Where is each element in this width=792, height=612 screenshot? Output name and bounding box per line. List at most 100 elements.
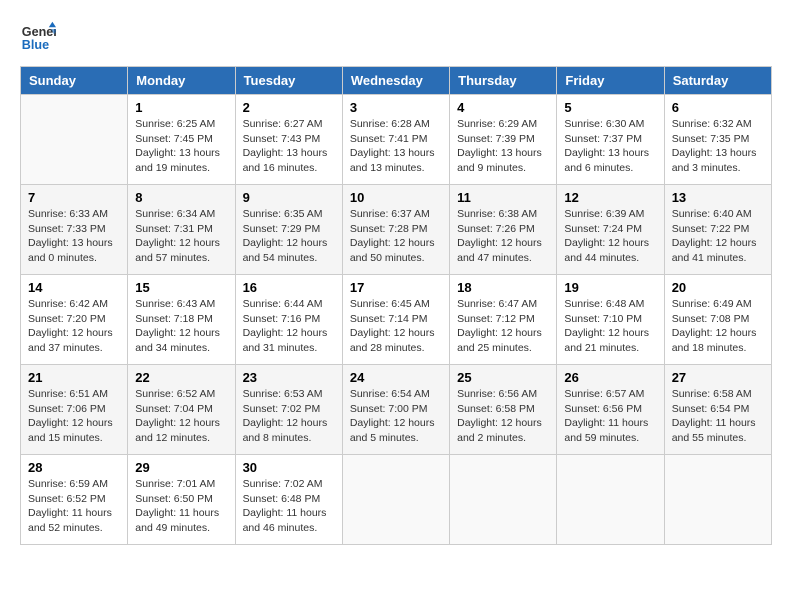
day-number: 26: [564, 370, 656, 385]
calendar-cell: [21, 95, 128, 185]
day-info: Sunrise: 6:33 AMSunset: 7:33 PMDaylight:…: [28, 207, 120, 266]
calendar-cell: 23 Sunrise: 6:53 AMSunset: 7:02 PMDayligh…: [235, 365, 342, 455]
logo: General Blue: [20, 20, 56, 56]
calendar-cell: 19 Sunrise: 6:48 AMSunset: 7:10 PMDayligh…: [557, 275, 664, 365]
day-info: Sunrise: 7:01 AMSunset: 6:50 PMDaylight:…: [135, 477, 227, 536]
svg-text:Blue: Blue: [22, 38, 49, 52]
day-info: Sunrise: 6:27 AMSunset: 7:43 PMDaylight:…: [243, 117, 335, 176]
calendar-cell: 12 Sunrise: 6:39 AMSunset: 7:24 PMDayligh…: [557, 185, 664, 275]
weekday-header: Thursday: [450, 67, 557, 95]
day-number: 8: [135, 190, 227, 205]
day-info: Sunrise: 6:57 AMSunset: 6:56 PMDaylight:…: [564, 387, 656, 446]
day-info: Sunrise: 6:37 AMSunset: 7:28 PMDaylight:…: [350, 207, 442, 266]
calendar-cell: 4 Sunrise: 6:29 AMSunset: 7:39 PMDaylight…: [450, 95, 557, 185]
day-info: Sunrise: 6:38 AMSunset: 7:26 PMDaylight:…: [457, 207, 549, 266]
calendar-week-row: 28 Sunrise: 6:59 AMSunset: 6:52 PMDayligh…: [21, 455, 772, 545]
day-info: Sunrise: 6:29 AMSunset: 7:39 PMDaylight:…: [457, 117, 549, 176]
calendar-cell: 28 Sunrise: 6:59 AMSunset: 6:52 PMDayligh…: [21, 455, 128, 545]
calendar-cell: 30Sunrise: 7:02 AMSunset: 6:48 PMDayligh…: [235, 455, 342, 545]
day-number: 28: [28, 460, 120, 475]
day-number: 18: [457, 280, 549, 295]
calendar-table: SundayMondayTuesdayWednesdayThursdayFrid…: [20, 66, 772, 545]
calendar-cell: 13 Sunrise: 6:40 AMSunset: 7:22 PMDayligh…: [664, 185, 771, 275]
calendar-cell: 16 Sunrise: 6:44 AMSunset: 7:16 PMDayligh…: [235, 275, 342, 365]
calendar-cell: [342, 455, 449, 545]
calendar-cell: 15 Sunrise: 6:43 AMSunset: 7:18 PMDayligh…: [128, 275, 235, 365]
calendar-week-row: 1Sunrise: 6:25 AMSunset: 7:45 PMDaylight…: [21, 95, 772, 185]
calendar-cell: 7 Sunrise: 6:33 AMSunset: 7:33 PMDaylight…: [21, 185, 128, 275]
weekday-header: Saturday: [664, 67, 771, 95]
calendar-cell: 2 Sunrise: 6:27 AMSunset: 7:43 PMDaylight…: [235, 95, 342, 185]
day-number: 20: [672, 280, 764, 295]
day-info: Sunrise: 6:35 AMSunset: 7:29 PMDaylight:…: [243, 207, 335, 266]
day-number: 9: [243, 190, 335, 205]
calendar-cell: 26 Sunrise: 6:57 AMSunset: 6:56 PMDayligh…: [557, 365, 664, 455]
day-info: Sunrise: 6:28 AMSunset: 7:41 PMDaylight:…: [350, 117, 442, 176]
day-number: 2: [243, 100, 335, 115]
calendar-cell: 9 Sunrise: 6:35 AMSunset: 7:29 PMDaylight…: [235, 185, 342, 275]
calendar-week-row: 21 Sunrise: 6:51 AMSunset: 7:06 PMDayligh…: [21, 365, 772, 455]
calendar-cell: 17 Sunrise: 6:45 AMSunset: 7:14 PMDayligh…: [342, 275, 449, 365]
calendar-cell: 25Sunrise: 6:56 AMSunset: 6:58 PMDayligh…: [450, 365, 557, 455]
day-info: Sunrise: 6:34 AMSunset: 7:31 PMDaylight:…: [135, 207, 227, 266]
calendar-cell: 24 Sunrise: 6:54 AMSunset: 7:00 PMDayligh…: [342, 365, 449, 455]
day-info: Sunrise: 6:43 AMSunset: 7:18 PMDaylight:…: [135, 297, 227, 356]
day-info: Sunrise: 6:48 AMSunset: 7:10 PMDaylight:…: [564, 297, 656, 356]
day-info: Sunrise: 6:44 AMSunset: 7:16 PMDaylight:…: [243, 297, 335, 356]
day-number: 11: [457, 190, 549, 205]
calendar-cell: 29 Sunrise: 7:01 AMSunset: 6:50 PMDayligh…: [128, 455, 235, 545]
calendar-cell: 21 Sunrise: 6:51 AMSunset: 7:06 PMDayligh…: [21, 365, 128, 455]
day-info: Sunrise: 6:40 AMSunset: 7:22 PMDaylight:…: [672, 207, 764, 266]
day-number: 27: [672, 370, 764, 385]
day-info: Sunrise: 6:53 AMSunset: 7:02 PMDaylight:…: [243, 387, 335, 446]
day-number: 14: [28, 280, 120, 295]
day-info: Sunrise: 6:39 AMSunset: 7:24 PMDaylight:…: [564, 207, 656, 266]
day-number: 10: [350, 190, 442, 205]
logo-icon: General Blue: [20, 20, 56, 56]
day-number: 1: [135, 100, 227, 115]
day-number: 19: [564, 280, 656, 295]
calendar-week-row: 7 Sunrise: 6:33 AMSunset: 7:33 PMDaylight…: [21, 185, 772, 275]
day-info: Sunrise: 6:51 AMSunset: 7:06 PMDaylight:…: [28, 387, 120, 446]
page-header: General Blue: [20, 20, 772, 56]
weekday-header: Friday: [557, 67, 664, 95]
calendar-cell: 27Sunrise: 6:58 AMSunset: 6:54 PMDayligh…: [664, 365, 771, 455]
weekday-header: Sunday: [21, 67, 128, 95]
calendar-cell: 6Sunrise: 6:32 AMSunset: 7:35 PMDaylight…: [664, 95, 771, 185]
calendar-header: SundayMondayTuesdayWednesdayThursdayFrid…: [21, 67, 772, 95]
calendar-week-row: 14 Sunrise: 6:42 AMSunset: 7:20 PMDayligh…: [21, 275, 772, 365]
calendar-cell: 3 Sunrise: 6:28 AMSunset: 7:41 PMDaylight…: [342, 95, 449, 185]
day-number: 30: [243, 460, 335, 475]
day-number: 3: [350, 100, 442, 115]
day-info: Sunrise: 6:42 AMSunset: 7:20 PMDaylight:…: [28, 297, 120, 356]
day-info: Sunrise: 6:30 AMSunset: 7:37 PMDaylight:…: [564, 117, 656, 176]
day-number: 23: [243, 370, 335, 385]
day-number: 13: [672, 190, 764, 205]
calendar-cell: 5 Sunrise: 6:30 AMSunset: 7:37 PMDaylight…: [557, 95, 664, 185]
weekday-header: Monday: [128, 67, 235, 95]
day-number: 12: [564, 190, 656, 205]
calendar-cell: 20Sunrise: 6:49 AMSunset: 7:08 PMDayligh…: [664, 275, 771, 365]
day-number: 5: [564, 100, 656, 115]
day-number: 24: [350, 370, 442, 385]
day-number: 25: [457, 370, 549, 385]
day-info: Sunrise: 6:47 AMSunset: 7:12 PMDaylight:…: [457, 297, 549, 356]
day-number: 4: [457, 100, 549, 115]
day-number: 16: [243, 280, 335, 295]
day-number: 21: [28, 370, 120, 385]
weekday-header: Wednesday: [342, 67, 449, 95]
calendar-cell: 22Sunrise: 6:52 AMSunset: 7:04 PMDayligh…: [128, 365, 235, 455]
day-number: 15: [135, 280, 227, 295]
day-info: Sunrise: 6:54 AMSunset: 7:00 PMDaylight:…: [350, 387, 442, 446]
calendar-cell: 8 Sunrise: 6:34 AMSunset: 7:31 PMDaylight…: [128, 185, 235, 275]
day-number: 29: [135, 460, 227, 475]
calendar-cell: 1Sunrise: 6:25 AMSunset: 7:45 PMDaylight…: [128, 95, 235, 185]
day-number: 7: [28, 190, 120, 205]
day-info: Sunrise: 6:45 AMSunset: 7:14 PMDaylight:…: [350, 297, 442, 356]
day-info: Sunrise: 6:59 AMSunset: 6:52 PMDaylight:…: [28, 477, 120, 536]
calendar-cell: 10 Sunrise: 6:37 AMSunset: 7:28 PMDayligh…: [342, 185, 449, 275]
calendar-cell: [450, 455, 557, 545]
day-number: 17: [350, 280, 442, 295]
calendar-body: 1Sunrise: 6:25 AMSunset: 7:45 PMDaylight…: [21, 95, 772, 545]
calendar-cell: 14 Sunrise: 6:42 AMSunset: 7:20 PMDayligh…: [21, 275, 128, 365]
